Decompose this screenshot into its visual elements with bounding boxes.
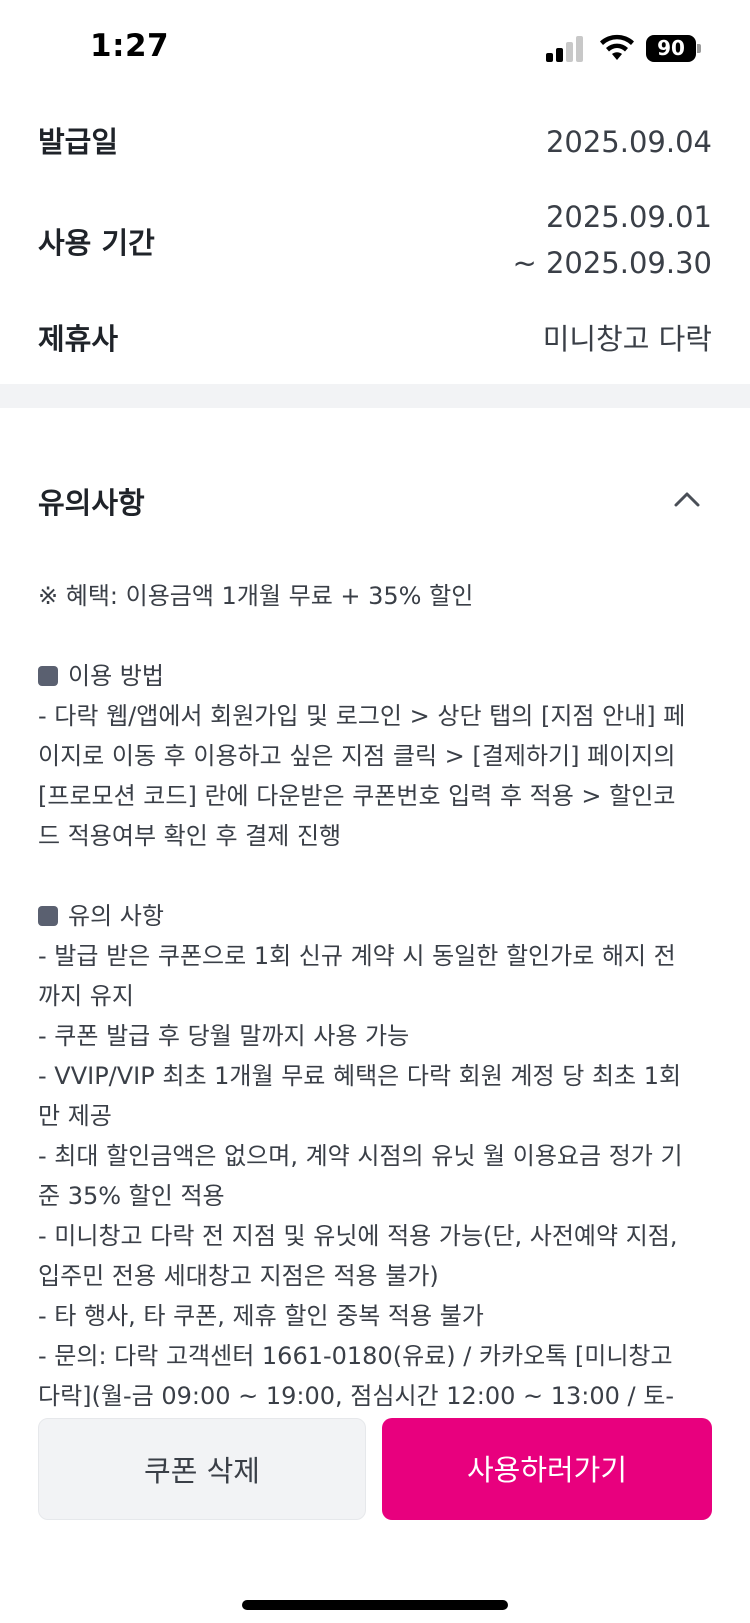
caution-line: - 최대 할인금액은 없으며, 계약 시점의 유닛 월 이용요금 정가 기 xyxy=(38,1142,683,1170)
partner-name: 미니창고 다락 xyxy=(542,322,712,356)
partner-value: 미니창고 다락 xyxy=(543,316,712,362)
caution-line: - 미니창고 다락 전 지점 및 유닛에 적용 가능(단, 사전예약 지점, xyxy=(38,1222,678,1250)
info-row-usage-period: 사용 기간 2025.09.01 ~ 2025.09.30 xyxy=(38,192,712,292)
bottom-action-bar: 쿠폰 삭제 사용하러가기 xyxy=(0,1408,750,1623)
caution-line: 까지 유지 xyxy=(38,982,134,1010)
usage-period-label: 사용 기간 xyxy=(38,226,155,260)
caution-line: - VVIP/VIP 최초 1개월 무료 혜택은 다락 회원 계정 당 최초 1… xyxy=(38,1062,682,1090)
caution-line: - 발급 받은 쿠폰으로 1회 신규 계약 시 동일한 할인가로 해지 전 xyxy=(38,942,676,970)
usage-line: 드 적용여부 확인 후 결제 진행 xyxy=(38,822,342,850)
status-bar: 1:27 90 xyxy=(0,0,750,96)
caution-heading: 유의 사항 xyxy=(38,896,712,936)
info-row-issue-date: 발급일 2025.09.04 xyxy=(38,112,712,172)
square-bullet-icon xyxy=(38,666,58,686)
coupon-detail-screen: 1:27 90 발급일 2025.09.04 사용 기간 2025.09.01 … xyxy=(0,0,750,1623)
caution-line: - 타 행사, 타 쿠폰, 제휴 할인 중복 적용 불가 xyxy=(38,1302,484,1330)
partner-label: 제휴사 xyxy=(38,322,119,356)
info-row-partner: 제휴사 미니창고 다락 xyxy=(38,312,712,372)
notice-body: ※ 혜택: 이용금액 1개월 무료 + 35% 할인 이용 방법 - 다락 웹/… xyxy=(38,576,712,1416)
usage-heading: 이용 방법 xyxy=(38,656,712,696)
benefit-text: ※ 혜택: 이용금액 1개월 무료 + 35% 할인 xyxy=(38,582,474,610)
notice-title: 유의사항 xyxy=(38,486,145,520)
home-indicator[interactable] xyxy=(242,1600,508,1610)
use-coupon-button[interactable]: 사용하러가기 xyxy=(382,1418,712,1520)
usage-line: 이지로 이동 후 이용하고 싶은 지점 클릭 > [결제하기] 페이지의 xyxy=(38,742,676,770)
caution-line: 입주민 전용 세대창고 지점은 적용 불가) xyxy=(38,1262,439,1290)
delete-coupon-button[interactable]: 쿠폰 삭제 xyxy=(38,1418,366,1520)
wifi-icon xyxy=(600,34,634,60)
battery-icon: 90 xyxy=(646,35,701,62)
caution-line: 준 35% 할인 적용 xyxy=(38,1182,225,1210)
cellular-signal-icon xyxy=(546,36,583,62)
usage-heading-text: 이용 방법 xyxy=(68,662,164,690)
usage-line: [프로모션 코드] 란에 다운받은 쿠폰번호 입력 후 적용 > 할인코 xyxy=(38,782,676,810)
issue-date-value: 2025.09.04 xyxy=(546,119,712,165)
battery-level: 90 xyxy=(646,35,696,62)
issue-date-line: 2025.09.04 xyxy=(545,125,712,159)
usage-period-start: 2025.09.01 xyxy=(545,200,712,234)
chevron-up-icon[interactable] xyxy=(672,488,702,510)
status-time: 1:27 xyxy=(90,28,170,64)
issue-date-label: 발급일 xyxy=(38,125,119,159)
caution-line: - 문의: 다락 고객센터 1661-0180(유료) / 카카오톡 [미니창고 xyxy=(38,1342,673,1370)
square-bullet-icon xyxy=(38,906,58,926)
caution-heading-text: 유의 사항 xyxy=(68,902,164,930)
battery-tip xyxy=(697,44,701,53)
section-divider xyxy=(0,384,750,408)
usage-period-value: 2025.09.01 ~ 2025.09.30 xyxy=(512,194,712,286)
caution-line: 만 제공 xyxy=(38,1102,112,1130)
caution-line: - 쿠폰 발급 후 당월 말까지 사용 가능 xyxy=(38,1022,410,1050)
usage-line: - 다락 웹/앱에서 회원가입 및 로그인 > 상단 탭의 [지점 안내] 페 xyxy=(38,702,686,730)
usage-period-end: ~ 2025.09.30 xyxy=(512,246,712,280)
